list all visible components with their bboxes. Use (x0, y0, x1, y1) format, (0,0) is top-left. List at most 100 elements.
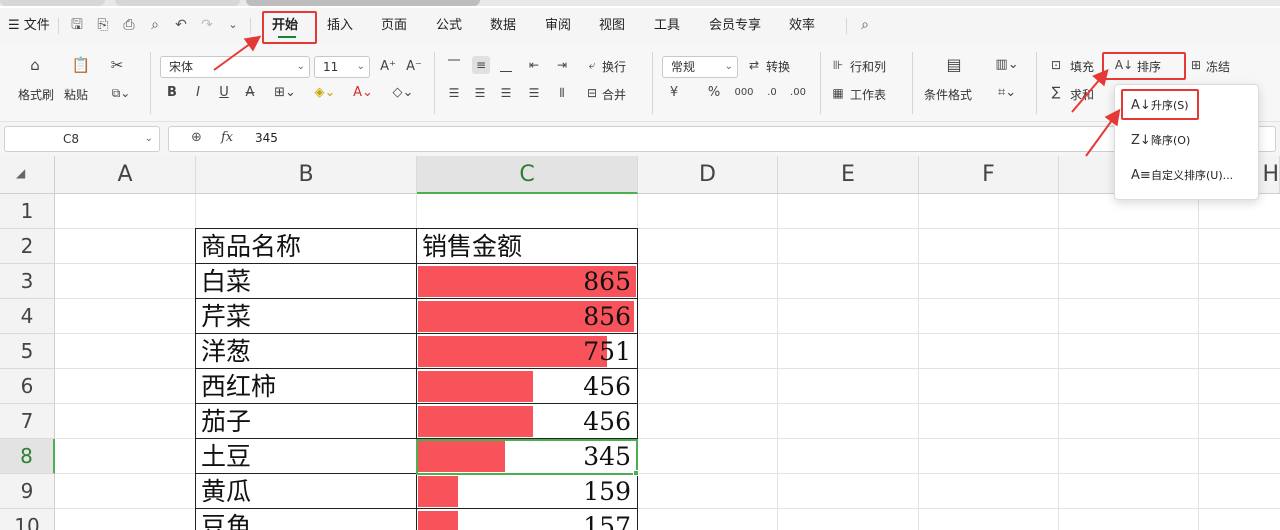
border-icon[interactable]: ⊞⌄ (272, 84, 298, 102)
wrap-text-button[interactable]: 换行 (602, 58, 626, 75)
tab-formula[interactable]: 公式 (436, 8, 462, 44)
tab-view[interactable]: 视图 (599, 8, 625, 44)
copy-icon[interactable]: ⧉⌄ (108, 84, 134, 102)
column-header-b[interactable]: B (196, 156, 417, 194)
search-icon[interactable]: ⌕ (856, 16, 874, 34)
paste-button[interactable]: 粘贴 (64, 86, 88, 103)
tab-review[interactable]: 审阅 (545, 8, 571, 44)
fill-button[interactable]: 填充 (1070, 58, 1094, 75)
format-painter-icon[interactable]: ⌂ (24, 56, 46, 74)
column-header-c[interactable]: C (417, 156, 638, 194)
sales-amount-cell[interactable]: 856 (419, 301, 631, 334)
align-center-icon[interactable]: ☰ (472, 84, 488, 102)
cell-size-icon[interactable]: ⌗⌄ (992, 84, 1022, 102)
row-header-8[interactable]: 8 (0, 439, 55, 474)
print-preview-icon[interactable]: ⌕ (146, 16, 164, 34)
distribute-icon[interactable]: ⫴ (554, 84, 570, 102)
conditional-format-button[interactable]: 条件格式 (924, 86, 972, 103)
rows-cols-icon[interactable]: ⊪ (830, 56, 846, 74)
fill-handle[interactable] (633, 470, 639, 476)
document-tab[interactable] (0, 0, 105, 6)
italic-icon[interactable]: I (190, 84, 206, 102)
table-header-amount[interactable]: 销售金额 (422, 231, 632, 264)
product-name-cell[interactable]: 白菜 (201, 266, 411, 299)
tab-member[interactable]: 会员专享 (709, 8, 761, 44)
redo-icon[interactable]: ↷ (198, 16, 216, 34)
product-name-cell[interactable]: 豆角 (201, 511, 411, 530)
sum-icon[interactable]: ∑ (1048, 84, 1064, 102)
freeze-button[interactable]: 冻结 (1206, 58, 1230, 75)
font-size-select[interactable]: 11 ⌄ (314, 56, 370, 78)
active-cell-c8[interactable] (416, 439, 638, 475)
align-bottom-icon[interactable]: ⎽ (498, 56, 514, 74)
sort-descending-item[interactable]: Z↓ 降序(O) (1123, 127, 1251, 155)
freeze-icon[interactable]: ⊞ (1188, 56, 1204, 74)
tab-tools[interactable]: 工具 (654, 8, 680, 44)
row-header-1[interactable]: 1 (0, 194, 55, 229)
product-name-cell[interactable]: 茄子 (201, 406, 411, 439)
merge-icon[interactable]: ⊟ (584, 84, 600, 102)
save-icon[interactable]: 🖫 (68, 16, 86, 34)
tab-page[interactable]: 页面 (381, 8, 407, 44)
name-box[interactable]: C8 ⌄ (4, 126, 160, 152)
product-name-cell[interactable]: 西红柿 (201, 371, 411, 404)
cell-style-icon[interactable]: ▥⌄ (992, 56, 1022, 74)
cut-icon[interactable]: ✂ (108, 56, 126, 74)
custom-sort-item[interactable]: A≡ 自定义排序(U)... (1123, 162, 1251, 190)
font-name-select[interactable]: 宋体 ⌄ (160, 56, 310, 78)
column-header-f[interactable]: F (919, 156, 1059, 194)
currency-icon[interactable]: ¥ (666, 84, 682, 102)
bold-icon[interactable]: B (164, 84, 180, 102)
row-header-4[interactable]: 4 (0, 299, 55, 334)
export-icon[interactable]: ⎘ (94, 16, 112, 34)
thousands-icon[interactable]: 000 (734, 84, 754, 102)
column-header-d[interactable]: D (638, 156, 778, 194)
indent-increase-icon[interactable]: ⇥ (554, 56, 570, 74)
tab-data[interactable]: 数据 (490, 8, 516, 44)
print-icon[interactable]: ⎙ (120, 16, 138, 34)
chevron-down-icon[interactable]: ⌄ (145, 127, 153, 151)
fx-icon[interactable]: fx (221, 130, 233, 145)
row-header-7[interactable]: 7 (0, 404, 55, 439)
increase-decimal-icon[interactable]: .0 (762, 84, 782, 102)
sum-button[interactable]: 求和 (1070, 86, 1094, 103)
product-name-cell[interactable]: 土豆 (201, 441, 411, 474)
row-header-10[interactable]: 10 (0, 509, 55, 530)
increase-font-icon[interactable]: A⁺ (378, 58, 398, 76)
row-header-5[interactable]: 5 (0, 334, 55, 369)
table-header-name[interactable]: 商品名称 (201, 231, 411, 264)
decrease-decimal-icon[interactable]: .00 (788, 84, 808, 102)
sales-amount-cell[interactable]: 456 (419, 371, 631, 404)
number-format-select[interactable]: 常规 ⌄ (662, 56, 738, 78)
convert-icon[interactable]: ⇄ (746, 56, 762, 74)
column-header-a[interactable]: A (55, 156, 196, 194)
document-tab-active[interactable] (246, 0, 480, 6)
sales-amount-cell[interactable]: 751 (419, 336, 631, 369)
justify-icon[interactable]: ☰ (526, 84, 542, 102)
undo-icon[interactable]: ↶ (172, 16, 190, 34)
paste-icon[interactable]: 📋 (70, 56, 92, 74)
product-name-cell[interactable]: 黄瓜 (201, 476, 411, 509)
sales-amount-cell[interactable]: 157 (419, 511, 631, 530)
column-header-e[interactable]: E (778, 156, 919, 194)
sales-amount-cell[interactable]: 159 (419, 476, 631, 509)
row-header-3[interactable]: 3 (0, 264, 55, 299)
worksheet-icon[interactable]: ▦ (830, 84, 846, 102)
font-color-icon[interactable]: A⌄ (350, 84, 376, 102)
clear-format-icon[interactable]: ◇⌄ (390, 84, 416, 102)
product-name-cell[interactable]: 芹菜 (201, 301, 411, 334)
worksheet-button[interactable]: 工作表 (850, 86, 886, 103)
tab-efficiency[interactable]: 效率 (789, 8, 815, 44)
formula-input[interactable]: ⊕ fx 345 (168, 126, 1276, 152)
align-right-icon[interactable]: ☰ (498, 84, 514, 102)
zoom-icon[interactable]: ⊕ (191, 130, 202, 145)
tab-insert[interactable]: 插入 (327, 8, 353, 44)
wrap-text-icon[interactable]: ⤶ (584, 56, 600, 74)
sales-amount-cell[interactable]: 456 (419, 406, 631, 439)
row-header-2[interactable]: 2 (0, 229, 55, 264)
fill-color-icon[interactable]: ◈⌄ (312, 84, 338, 102)
align-middle-icon[interactable]: ≡ (472, 56, 490, 74)
decrease-font-icon[interactable]: A⁻ (404, 58, 424, 76)
percent-icon[interactable]: % (706, 84, 722, 102)
sales-amount-cell[interactable]: 865 (419, 266, 631, 299)
